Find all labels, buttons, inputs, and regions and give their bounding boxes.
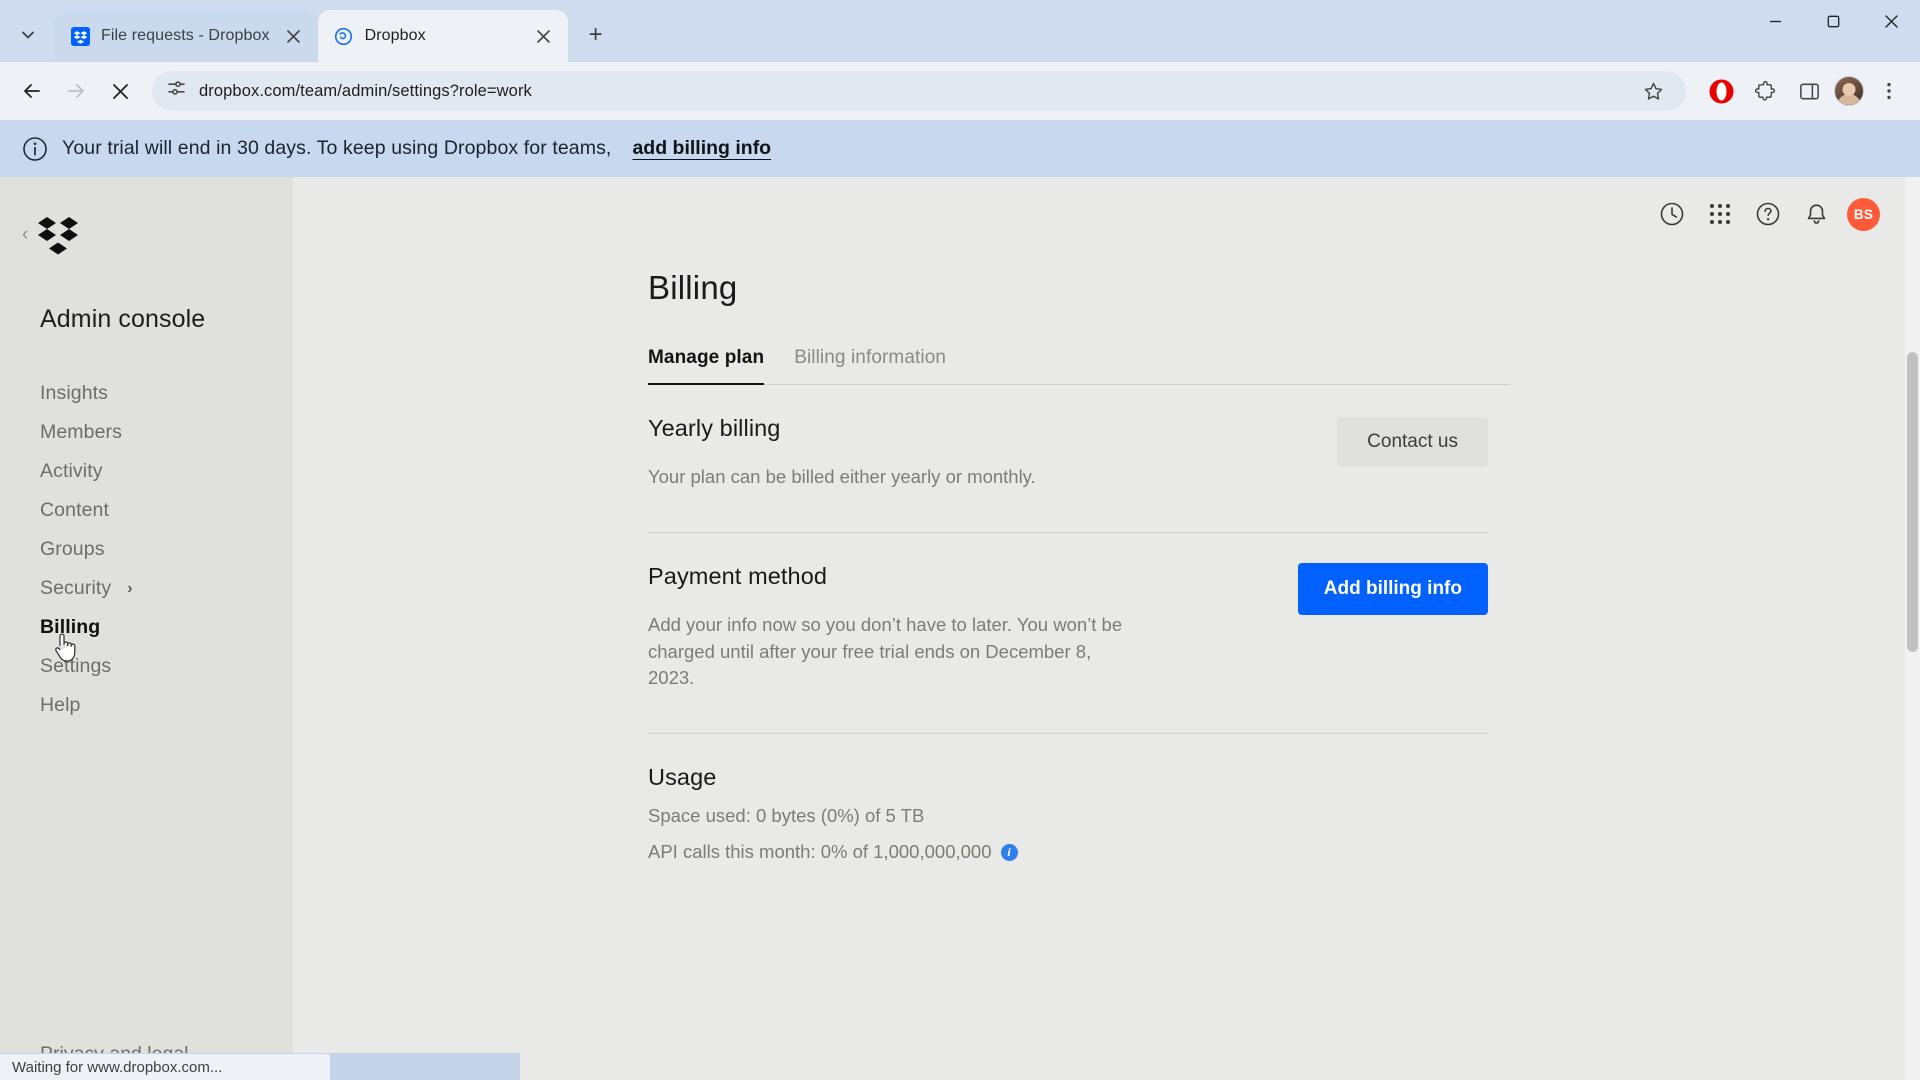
back-icon[interactable] — [12, 71, 52, 111]
status-bar: Waiting for www.dropbox.com... — [0, 1054, 330, 1080]
sidebar-item-label: Settings — [40, 655, 112, 677]
browser-tab-file-requests[interactable]: File requests - Dropbox — [54, 10, 318, 62]
browser-window: File requests - Dropbox Dropbox + dropbo… — [0, 0, 1920, 1080]
address-bar[interactable]: dropbox.com/team/admin/settings?role=wor… — [152, 71, 1686, 111]
page-viewport: Your trial will end in 30 days. To keep … — [0, 120, 1920, 1080]
page-title: Admin console — [40, 305, 206, 333]
app-body: ‹ Admin console Insights Members Activit… — [0, 177, 1920, 1080]
usage-space-text: Space used: 0 bytes (0%) of 5 TB — [648, 805, 925, 827]
scrollbar-track[interactable] — [1905, 177, 1920, 1080]
dropbox-loading-icon — [334, 26, 354, 46]
usage-api-line: API calls this month: 0% of 1,000,000,00… — [648, 841, 1488, 863]
main-content: BS Billing Manage plan Billing informati… — [293, 177, 1920, 1080]
chevron-left-icon[interactable]: ‹ — [22, 224, 28, 246]
sidebar-item-activity[interactable]: Activity — [0, 452, 293, 491]
sidebar-item-label: Billing — [40, 616, 101, 638]
window-controls — [1746, 0, 1920, 62]
apps-grid-icon[interactable] — [1703, 197, 1737, 231]
sidebar-item-security[interactable]: Security › — [0, 569, 293, 608]
help-circle-icon[interactable] — [1751, 197, 1785, 231]
billing-heading: Billing — [648, 269, 738, 306]
section-description: Your plan can be billed either yearly or… — [648, 466, 1036, 487]
sidebar-logo-row: ‹ — [0, 199, 293, 271]
bell-notification-icon[interactable] — [1799, 197, 1833, 231]
tab-billing-information[interactable]: Billing information — [794, 347, 946, 385]
info-icon[interactable]: i — [1000, 843, 1018, 861]
sidebar-item-label: Members — [40, 421, 122, 443]
close-icon[interactable] — [531, 23, 557, 49]
dropbox-blue-icon — [70, 26, 90, 46]
trial-banner: Your trial will end in 30 days. To keep … — [0, 120, 1920, 177]
tab-manage-plan[interactable]: Manage plan — [648, 347, 765, 385]
sidebar-item-label: Security — [40, 577, 112, 599]
section-title: Payment method — [648, 563, 828, 590]
usage-api-text: API calls this month: 0% of 1,000,000,00… — [648, 841, 992, 863]
extension-icons — [1698, 72, 1908, 110]
sidebar-item-label: Groups — [40, 538, 105, 560]
dropbox-logo[interactable] — [36, 215, 80, 255]
sidebar-item-groups[interactable]: Groups — [0, 530, 293, 569]
billing-page: Billing Manage plan Billing information … — [293, 251, 1920, 863]
chrome-menu-icon[interactable] — [1870, 72, 1908, 110]
info-circle-icon — [22, 136, 48, 162]
section-payment-method: Payment method Add your info now so you … — [648, 533, 1488, 735]
sidebar-nav: Insights Members Activity Content Groups… — [0, 374, 293, 725]
add-billing-info-link[interactable]: add billing info — [632, 137, 771, 160]
section-yearly-billing: Yearly billing Your plan can be billed e… — [648, 385, 1488, 534]
section-usage: Usage Space used: 0 bytes (0%) of 5 TB A… — [648, 734, 1488, 863]
opera-extension-icon[interactable] — [1702, 72, 1740, 110]
minimize-button[interactable] — [1746, 0, 1804, 42]
close-icon[interactable] — [281, 23, 307, 49]
tab-search-icon[interactable] — [6, 13, 50, 57]
sidebar-item-billing[interactable]: Billing — [0, 608, 293, 647]
usage-space-line: Space used: 0 bytes (0%) of 5 TB — [648, 805, 1488, 827]
sidebar-item-settings[interactable]: Settings — [0, 647, 293, 686]
section-title: Yearly billing — [648, 415, 781, 441]
tab-title: Dropbox — [364, 27, 426, 44]
tab-title: File requests - Dropbox — [101, 27, 270, 44]
profile-avatar[interactable] — [1834, 76, 1864, 106]
browser-tab-dropbox[interactable]: Dropbox — [317, 10, 568, 62]
sidebar-item-label: Activity — [40, 460, 103, 482]
page-settings-icon[interactable] — [166, 78, 187, 104]
top-action-bar: BS — [293, 177, 1920, 251]
sidebar-item-insights[interactable]: Insights — [0, 374, 293, 413]
admin-sidebar: ‹ Admin console Insights Members Activit… — [0, 177, 293, 1080]
add-billing-info-button[interactable]: Add billing info — [1297, 563, 1488, 616]
url-text: dropbox.com/team/admin/settings?role=wor… — [199, 81, 532, 100]
chevron-right-icon: › — [127, 579, 133, 597]
maximize-button[interactable] — [1804, 0, 1862, 42]
side-panel-icon[interactable] — [1790, 72, 1828, 110]
forward-icon[interactable] — [56, 71, 96, 111]
star-icon[interactable] — [1634, 72, 1672, 110]
section-title: Usage — [648, 764, 717, 791]
clock-history-icon[interactable] — [1655, 197, 1689, 231]
billing-tabs-wrapper: Manage plan Billing information — [648, 347, 1510, 385]
banner-text: Your trial will end in 30 days. To keep … — [62, 137, 612, 159]
stop-loading-icon[interactable] — [100, 71, 140, 111]
browser-toolbar: dropbox.com/team/admin/settings?role=wor… — [0, 62, 1920, 120]
new-tab-button[interactable]: + — [576, 15, 616, 55]
contact-us-button[interactable]: Contact us — [1337, 417, 1488, 467]
sidebar-item-label: Help — [40, 694, 81, 716]
sidebar-item-content[interactable]: Content — [0, 491, 293, 530]
tab-strip: File requests - Dropbox Dropbox + — [0, 0, 1920, 62]
extensions-puzzle-icon[interactable] — [1746, 72, 1784, 110]
sidebar-item-help[interactable]: Help — [0, 686, 293, 725]
billing-tabs: Manage plan Billing information — [648, 347, 1510, 385]
sidebar-item-members[interactable]: Members — [0, 413, 293, 452]
close-window-button[interactable] — [1862, 0, 1920, 42]
sidebar-item-label: Insights — [40, 382, 109, 404]
scrollbar-thumb[interactable] — [1907, 352, 1918, 652]
sidebar-item-label: Content — [40, 499, 109, 521]
avatar[interactable]: BS — [1847, 197, 1880, 231]
section-description: Add your info now so you don’t have to l… — [648, 614, 1123, 688]
